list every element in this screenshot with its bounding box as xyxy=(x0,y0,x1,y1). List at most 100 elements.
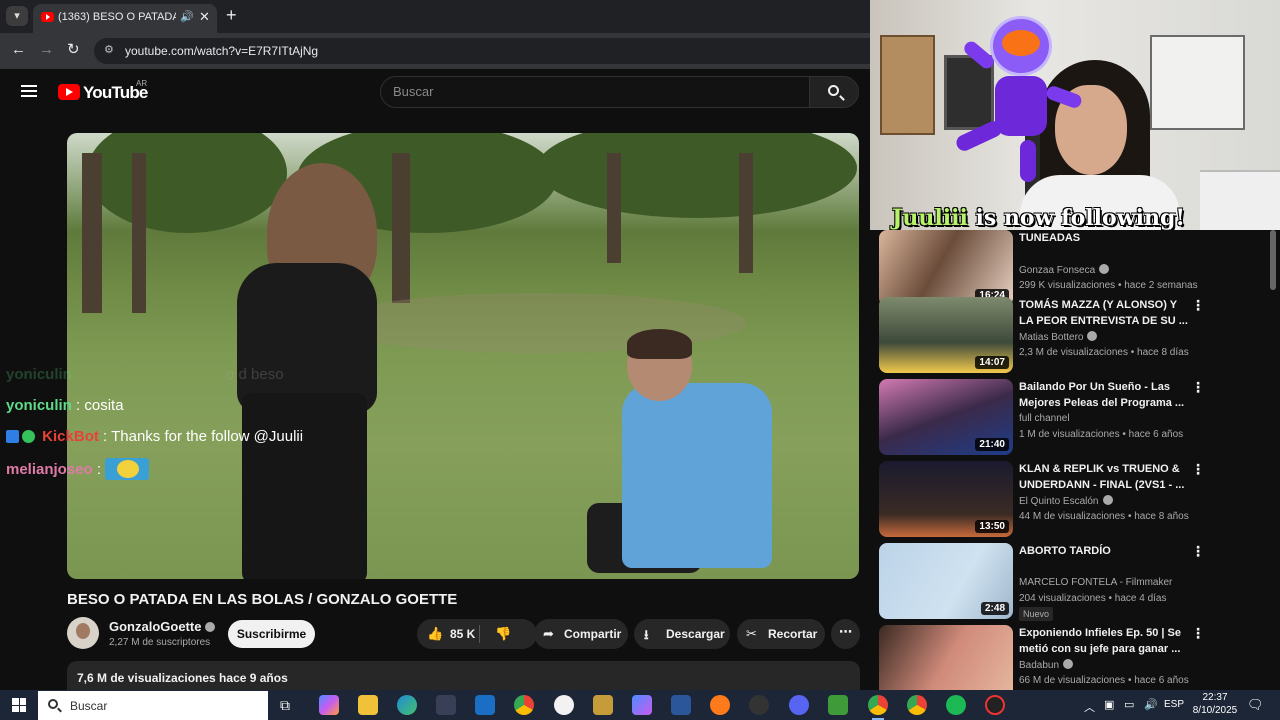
sun-app-icon[interactable] xyxy=(710,695,730,715)
video-thumbnail[interactable] xyxy=(879,625,1013,690)
like-divider xyxy=(479,625,480,643)
channel-name[interactable]: GonzaloGoette xyxy=(109,619,216,634)
more-vertical-icon[interactable]: ⋮ xyxy=(1191,461,1205,478)
copilot-icon[interactable] xyxy=(319,695,339,715)
close-tab-icon[interactable]: ✕ xyxy=(199,9,210,25)
video-thumbnail[interactable]: 13:50 xyxy=(879,461,1013,537)
browser-tab-active[interactable]: (1363) BESO O PATADA EN LAS BOLAS / GONZ… xyxy=(33,4,217,33)
edge-icon[interactable] xyxy=(397,695,417,715)
chrome-icon[interactable] xyxy=(514,695,534,715)
share-arrow-icon: ➦ xyxy=(543,626,554,641)
search-icon xyxy=(48,699,58,709)
recommendation-channel-text[interactable]: Matias Bottero xyxy=(1019,332,1083,343)
volume-icon[interactable]: 🔊 xyxy=(1144,698,1158,711)
webcam-overlay: Juuliii is now following! xyxy=(870,0,1280,230)
recommendation-channel[interactable]: Matias Bottero xyxy=(1019,331,1098,343)
task-view-icon[interactable]: ⧉ xyxy=(280,697,290,714)
recommendation-item[interactable]: 2:48 ABORTO TARDÍO MARCELO FONTELA - Fil… xyxy=(879,543,1274,621)
recording-app-icon[interactable] xyxy=(985,695,1005,715)
discord-icon[interactable] xyxy=(789,695,809,715)
more-vertical-icon[interactable]: ⋮ xyxy=(1191,297,1205,314)
recommendation-item[interactable]: 21:40 Bailando Por Un Sueño - Las Mejore… xyxy=(879,379,1274,457)
windows-start-icon[interactable] xyxy=(12,698,26,712)
hamburger-menu-icon[interactable] xyxy=(21,85,37,98)
description-box[interactable]: 7,6 M de visualizaciones hace 9 años xyxy=(67,661,860,691)
more-actions-button[interactable]: ⋯ xyxy=(831,619,860,649)
speaker-icon[interactable]: 🔊 xyxy=(180,10,194,23)
network-icon[interactable]: ▣ xyxy=(1104,698,1114,711)
word-icon[interactable] xyxy=(671,695,691,715)
subscribe-button[interactable]: Suscribirme xyxy=(228,620,315,648)
site-info-icon[interactable]: ⚙ xyxy=(104,43,114,56)
video-thumbnail[interactable]: 21:40 xyxy=(879,379,1013,455)
back-arrow-icon[interactable]: ← xyxy=(11,41,26,59)
recommendation-title[interactable]: TUNEADAS xyxy=(1019,230,1191,246)
search-input[interactable] xyxy=(393,84,793,99)
recommendation-channel-text[interactable]: Badabun xyxy=(1019,660,1059,671)
recommendation-channel[interactable]: Badabun xyxy=(1019,659,1074,671)
recommendation-channel[interactable]: MARCELO FONTELA - Filmmaker xyxy=(1019,577,1172,588)
recommendation-channel[interactable]: Gonzaa Fonseca xyxy=(1019,264,1110,276)
spotify-icon[interactable] xyxy=(946,695,966,715)
notifications-icon[interactable]: 🗨 xyxy=(1247,697,1264,713)
taskbar-search[interactable]: Buscar xyxy=(38,691,268,720)
search-button[interactable] xyxy=(809,76,859,108)
outlook-icon[interactable] xyxy=(475,695,495,715)
tray-chevron-up-icon[interactable]: ︿ xyxy=(1084,699,1095,715)
reload-icon[interactable]: ↻ xyxy=(67,41,80,59)
recommendation-title[interactable]: ABORTO TARDÍO xyxy=(1019,543,1191,559)
verified-check-icon xyxy=(1099,264,1110,274)
app-icon[interactable] xyxy=(593,695,613,715)
subscriber-count: 2,27 M de suscriptores xyxy=(109,637,211,648)
more-vertical-icon[interactable]: ⋮ xyxy=(1191,625,1205,642)
video-thumbnail[interactable]: 2:48 xyxy=(879,543,1013,619)
store-icon[interactable] xyxy=(436,695,456,715)
obs-icon[interactable] xyxy=(749,695,769,715)
recommendation-title[interactable]: KLAN & REPLIK vs TRUENO & UNDERDANN - FI… xyxy=(1019,461,1191,493)
new-tab-plus-icon[interactable]: + xyxy=(226,5,237,25)
video-player[interactable] xyxy=(67,133,859,579)
recommendation-title[interactable]: TOMÁS MAZZA (Y ALONSO) Y LA PEOR ENTREVI… xyxy=(1019,297,1191,329)
recommendation-channel[interactable]: El Quinto Escalón xyxy=(1019,495,1113,507)
chrome-profile-icon[interactable] xyxy=(907,695,927,715)
more-vertical-icon[interactable]: ⋮ xyxy=(1191,379,1205,396)
recommendation-item[interactable]: Exponiendo Infieles Ep. 50 | Se metió co… xyxy=(879,625,1274,690)
recommendation-channel[interactable]: full channel xyxy=(1019,413,1070,424)
recommendation-channel-text[interactable]: El Quinto Escalón xyxy=(1019,496,1099,507)
channel-name-text[interactable]: GonzaloGoette xyxy=(109,619,201,634)
like-count[interactable]: 85 K xyxy=(450,627,475,641)
system-clock[interactable]: 22:37 8/10/2025 xyxy=(1190,691,1240,717)
chrome-active-icon[interactable] xyxy=(868,695,888,720)
video-thumbnail[interactable]: 14:07 xyxy=(879,297,1013,373)
input-language[interactable]: ESP xyxy=(1164,699,1184,710)
minecraft-icon[interactable] xyxy=(828,695,848,715)
file-explorer-icon[interactable] xyxy=(358,695,378,715)
share-button[interactable]: ➦ Compartir xyxy=(534,619,628,649)
m365-icon[interactable] xyxy=(632,695,652,715)
recommendation-item[interactable]: 14:07 TOMÁS MAZZA (Y ALONSO) Y LA PEOR E… xyxy=(879,297,1274,375)
clip-button[interactable]: ✂ Recortar xyxy=(737,619,825,649)
screen: ▾ (1363) BESO O PATADA EN LAS BOLAS / GO… xyxy=(0,0,1280,720)
address-url[interactable]: youtube.com/watch?v=E7R7ITtAjNg xyxy=(125,44,318,58)
more-vertical-icon[interactable]: ⋮ xyxy=(1191,543,1205,560)
video-thumbnail[interactable]: 16:24 xyxy=(879,230,1013,306)
tab-search-chevron-icon[interactable]: ▾ xyxy=(6,6,28,26)
download-button[interactable]: ⭳ Descargar xyxy=(634,619,730,649)
forward-arrow-icon[interactable]: → xyxy=(39,41,54,59)
battery-icon[interactable]: ▭ xyxy=(1124,698,1134,711)
recommendation-title[interactable]: Bailando Por Un Sueño - Las Mejores Pele… xyxy=(1019,379,1191,411)
channel-avatar[interactable] xyxy=(67,617,99,649)
verified-check-icon xyxy=(205,622,216,632)
whatsapp-icon[interactable] xyxy=(554,695,574,715)
clock-date: 8/10/2025 xyxy=(1192,705,1238,716)
youtube-favicon-icon xyxy=(41,12,54,22)
verified-badge-icon xyxy=(22,430,35,443)
address-bar[interactable]: ⚙ youtube.com/watch?v=E7R7ITtAjNg xyxy=(94,38,870,64)
thumbs-down-icon[interactable]: 👎 xyxy=(495,626,511,642)
chat-username: yoniculin xyxy=(6,397,72,414)
youtube-logo[interactable]: YouTube AR xyxy=(58,79,148,103)
thumbs-up-icon[interactable]: 👍 xyxy=(427,626,443,642)
recommendation-item[interactable]: 13:50 KLAN & REPLIK vs TRUENO & UNDERDAN… xyxy=(879,461,1274,539)
recommendation-channel-text[interactable]: Gonzaa Fonseca xyxy=(1019,265,1095,276)
recommendation-title[interactable]: Exponiendo Infieles Ep. 50 | Se metió co… xyxy=(1019,625,1191,657)
